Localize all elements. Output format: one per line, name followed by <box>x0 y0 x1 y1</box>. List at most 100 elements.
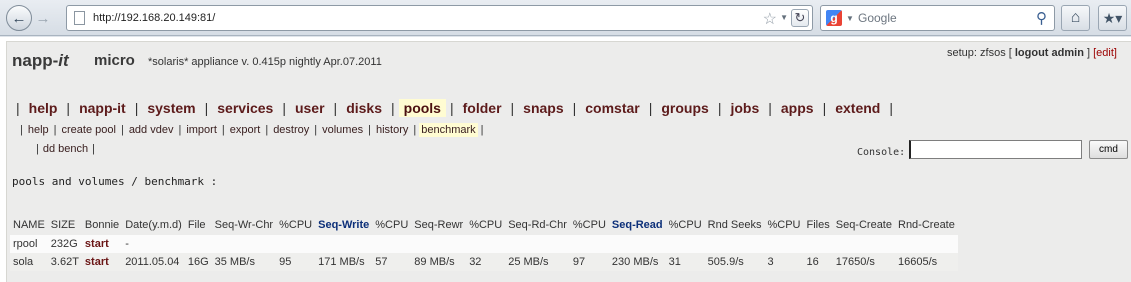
sub-menu-item-import[interactable]: import <box>184 123 219 137</box>
sub-menu-item-benchmark[interactable]: benchmark <box>419 123 478 137</box>
sub-menu-item-help[interactable]: help <box>26 123 51 137</box>
google-icon[interactable]: g <box>826 10 842 26</box>
separator: | <box>221 124 225 136</box>
table-cell <box>411 235 467 253</box>
table-cell <box>372 235 412 253</box>
brand-text-italic: it <box>58 51 69 70</box>
magnifier-icon[interactable]: ⚲ <box>1036 9 1047 27</box>
table-cell: 95 <box>276 253 316 271</box>
table-cell <box>315 235 373 253</box>
separator: | <box>368 124 371 136</box>
start-benchmark-link[interactable]: start <box>81 235 123 253</box>
table-cell <box>569 235 609 253</box>
table-cell: 89 MB/s <box>411 253 467 271</box>
back-button[interactable]: ← <box>6 5 32 31</box>
column-header-cpu: %CPU <box>375 218 409 231</box>
logout-link[interactable]: logout admin <box>1015 47 1084 59</box>
page-content: napp-it micro *solaris* appliance v. 0.4… <box>0 37 1131 282</box>
menu-item-user[interactable]: user <box>290 99 330 117</box>
sub-menu-2: | dd bench | <box>32 143 99 155</box>
table-header-row: NAME SIZE Bonnie Date(y.m.d) File Seq-Wr-Chr%… <box>10 214 958 235</box>
menu-item-disks[interactable]: disks <box>341 99 387 117</box>
menu-item-apps[interactable]: apps <box>776 99 819 117</box>
column-header-seq-rd-chr: Seq-Rd-Chr <box>508 218 567 231</box>
start-benchmark-link[interactable]: start <box>81 253 123 271</box>
table-cell: - <box>122 235 185 253</box>
separator: | <box>16 100 20 116</box>
benchmark-table: NAME SIZE Bonnie Date(y.m.d) File Seq-Wr-Chr%… <box>10 214 958 271</box>
menu-item-services[interactable]: services <box>212 99 278 117</box>
sub-menu-item-export[interactable]: export <box>228 123 263 137</box>
menu-item-system[interactable]: system <box>142 99 200 117</box>
table-cell: 25 MB/s <box>505 253 570 271</box>
sub-menu-item-add-vdev[interactable]: add vdev <box>127 123 176 137</box>
menu-item-pools[interactable]: pools <box>398 99 446 117</box>
table-cell <box>764 235 804 253</box>
table-cell: 171 MB/s <box>315 253 373 271</box>
column-header-rnd-seeks: Rnd Seeks <box>707 218 762 231</box>
menu-item-comstar[interactable]: comstar <box>580 99 644 117</box>
reload-icon[interactable]: ↻ <box>791 9 809 27</box>
column-header-cpu: %CPU <box>469 218 503 231</box>
table-cell <box>803 235 833 253</box>
browser-toolbar: ← → http://192.168.20.149:81/ ☆ ▼ ↻ g ▼ … <box>0 0 1131 36</box>
menu-item-groups[interactable]: groups <box>656 99 713 117</box>
table-cell <box>184 235 212 253</box>
table-cell <box>505 235 570 253</box>
sub-menu-item-destroy[interactable]: destroy <box>271 123 311 137</box>
table-cell: 32 <box>466 253 506 271</box>
search-engine-dropdown-icon[interactable]: ▼ <box>846 14 854 23</box>
table-cell: 505.9/s <box>704 253 765 271</box>
main-menu: | help | napp-it | system | services | user | disks… <box>12 98 897 118</box>
sub-menu-item-history[interactable]: history <box>374 123 410 137</box>
menu-item-extend[interactable]: extend <box>830 99 885 117</box>
forward-button[interactable]: → <box>33 6 53 30</box>
home-button[interactable]: ⌂ <box>1061 5 1090 31</box>
search-input[interactable]: Google <box>858 11 897 25</box>
separator: | <box>480 124 484 136</box>
table-row: sola 3.62T start 2011.05.04 16G 35 MB/s 95 171 … <box>10 253 958 271</box>
menu-item-napp-it[interactable]: napp-it <box>74 99 131 117</box>
url-text[interactable]: http://192.168.20.149:81/ <box>93 12 215 24</box>
separator: | <box>53 124 57 136</box>
column-header-seq-write[interactable]: Seq-Write <box>315 214 372 235</box>
console-input[interactable] <box>909 140 1082 159</box>
forward-arrow-icon: → <box>35 9 51 27</box>
separator: | <box>889 100 893 116</box>
column-header-seq-create: Seq-Create <box>835 218 892 231</box>
column-header-cpu: %CPU <box>572 218 606 231</box>
edit-link[interactable]: [edit] <box>1093 47 1117 59</box>
cmd-button[interactable]: cmd <box>1089 140 1128 159</box>
menu-item-help[interactable]: help <box>24 99 63 117</box>
search-box[interactable]: g ▼ Google ⚲ <box>820 5 1055 31</box>
column-header-rnd-create: Rnd-Create <box>898 218 955 231</box>
back-arrow-icon: ← <box>11 9 27 27</box>
url-bar[interactable]: http://192.168.20.149:81/ ☆ ▼ ↻ <box>66 5 813 31</box>
separator: | <box>20 124 23 136</box>
setup-label: setup: zfsos [ <box>947 47 1012 59</box>
url-dropdown-icon[interactable]: ▼ <box>780 13 788 22</box>
sub-menu-item-volumes[interactable]: volumes <box>320 123 365 137</box>
dd-bench-link[interactable]: dd bench <box>43 143 88 155</box>
sub-menu-item-create-pool[interactable]: create pool <box>60 123 118 137</box>
separator: | <box>66 100 71 116</box>
bookmarks-button[interactable]: ★▾ <box>1098 5 1127 31</box>
separator: | <box>178 124 182 136</box>
separator: | <box>36 143 39 155</box>
menu-item-snaps[interactable]: snaps <box>518 99 568 117</box>
separator: | <box>572 100 577 116</box>
table-cell: 17650/s <box>832 253 895 271</box>
table-cell <box>665 235 705 253</box>
column-header-size: SIZE <box>50 218 76 231</box>
column-header-seq-read[interactable]: Seq-Read <box>609 214 666 235</box>
separator: | <box>648 100 653 116</box>
table-cell <box>276 235 316 253</box>
separator: | <box>282 100 286 116</box>
menu-item-jobs[interactable]: jobs <box>725 99 764 117</box>
table-cell <box>211 235 277 253</box>
table-cell: 3.62T <box>47 253 82 271</box>
sub-menu: | help | create pool | add vdev | import | export… <box>17 122 487 138</box>
star-icon[interactable]: ☆ <box>763 9 777 29</box>
edition-label: micro <box>94 52 135 69</box>
menu-item-folder[interactable]: folder <box>458 99 507 117</box>
